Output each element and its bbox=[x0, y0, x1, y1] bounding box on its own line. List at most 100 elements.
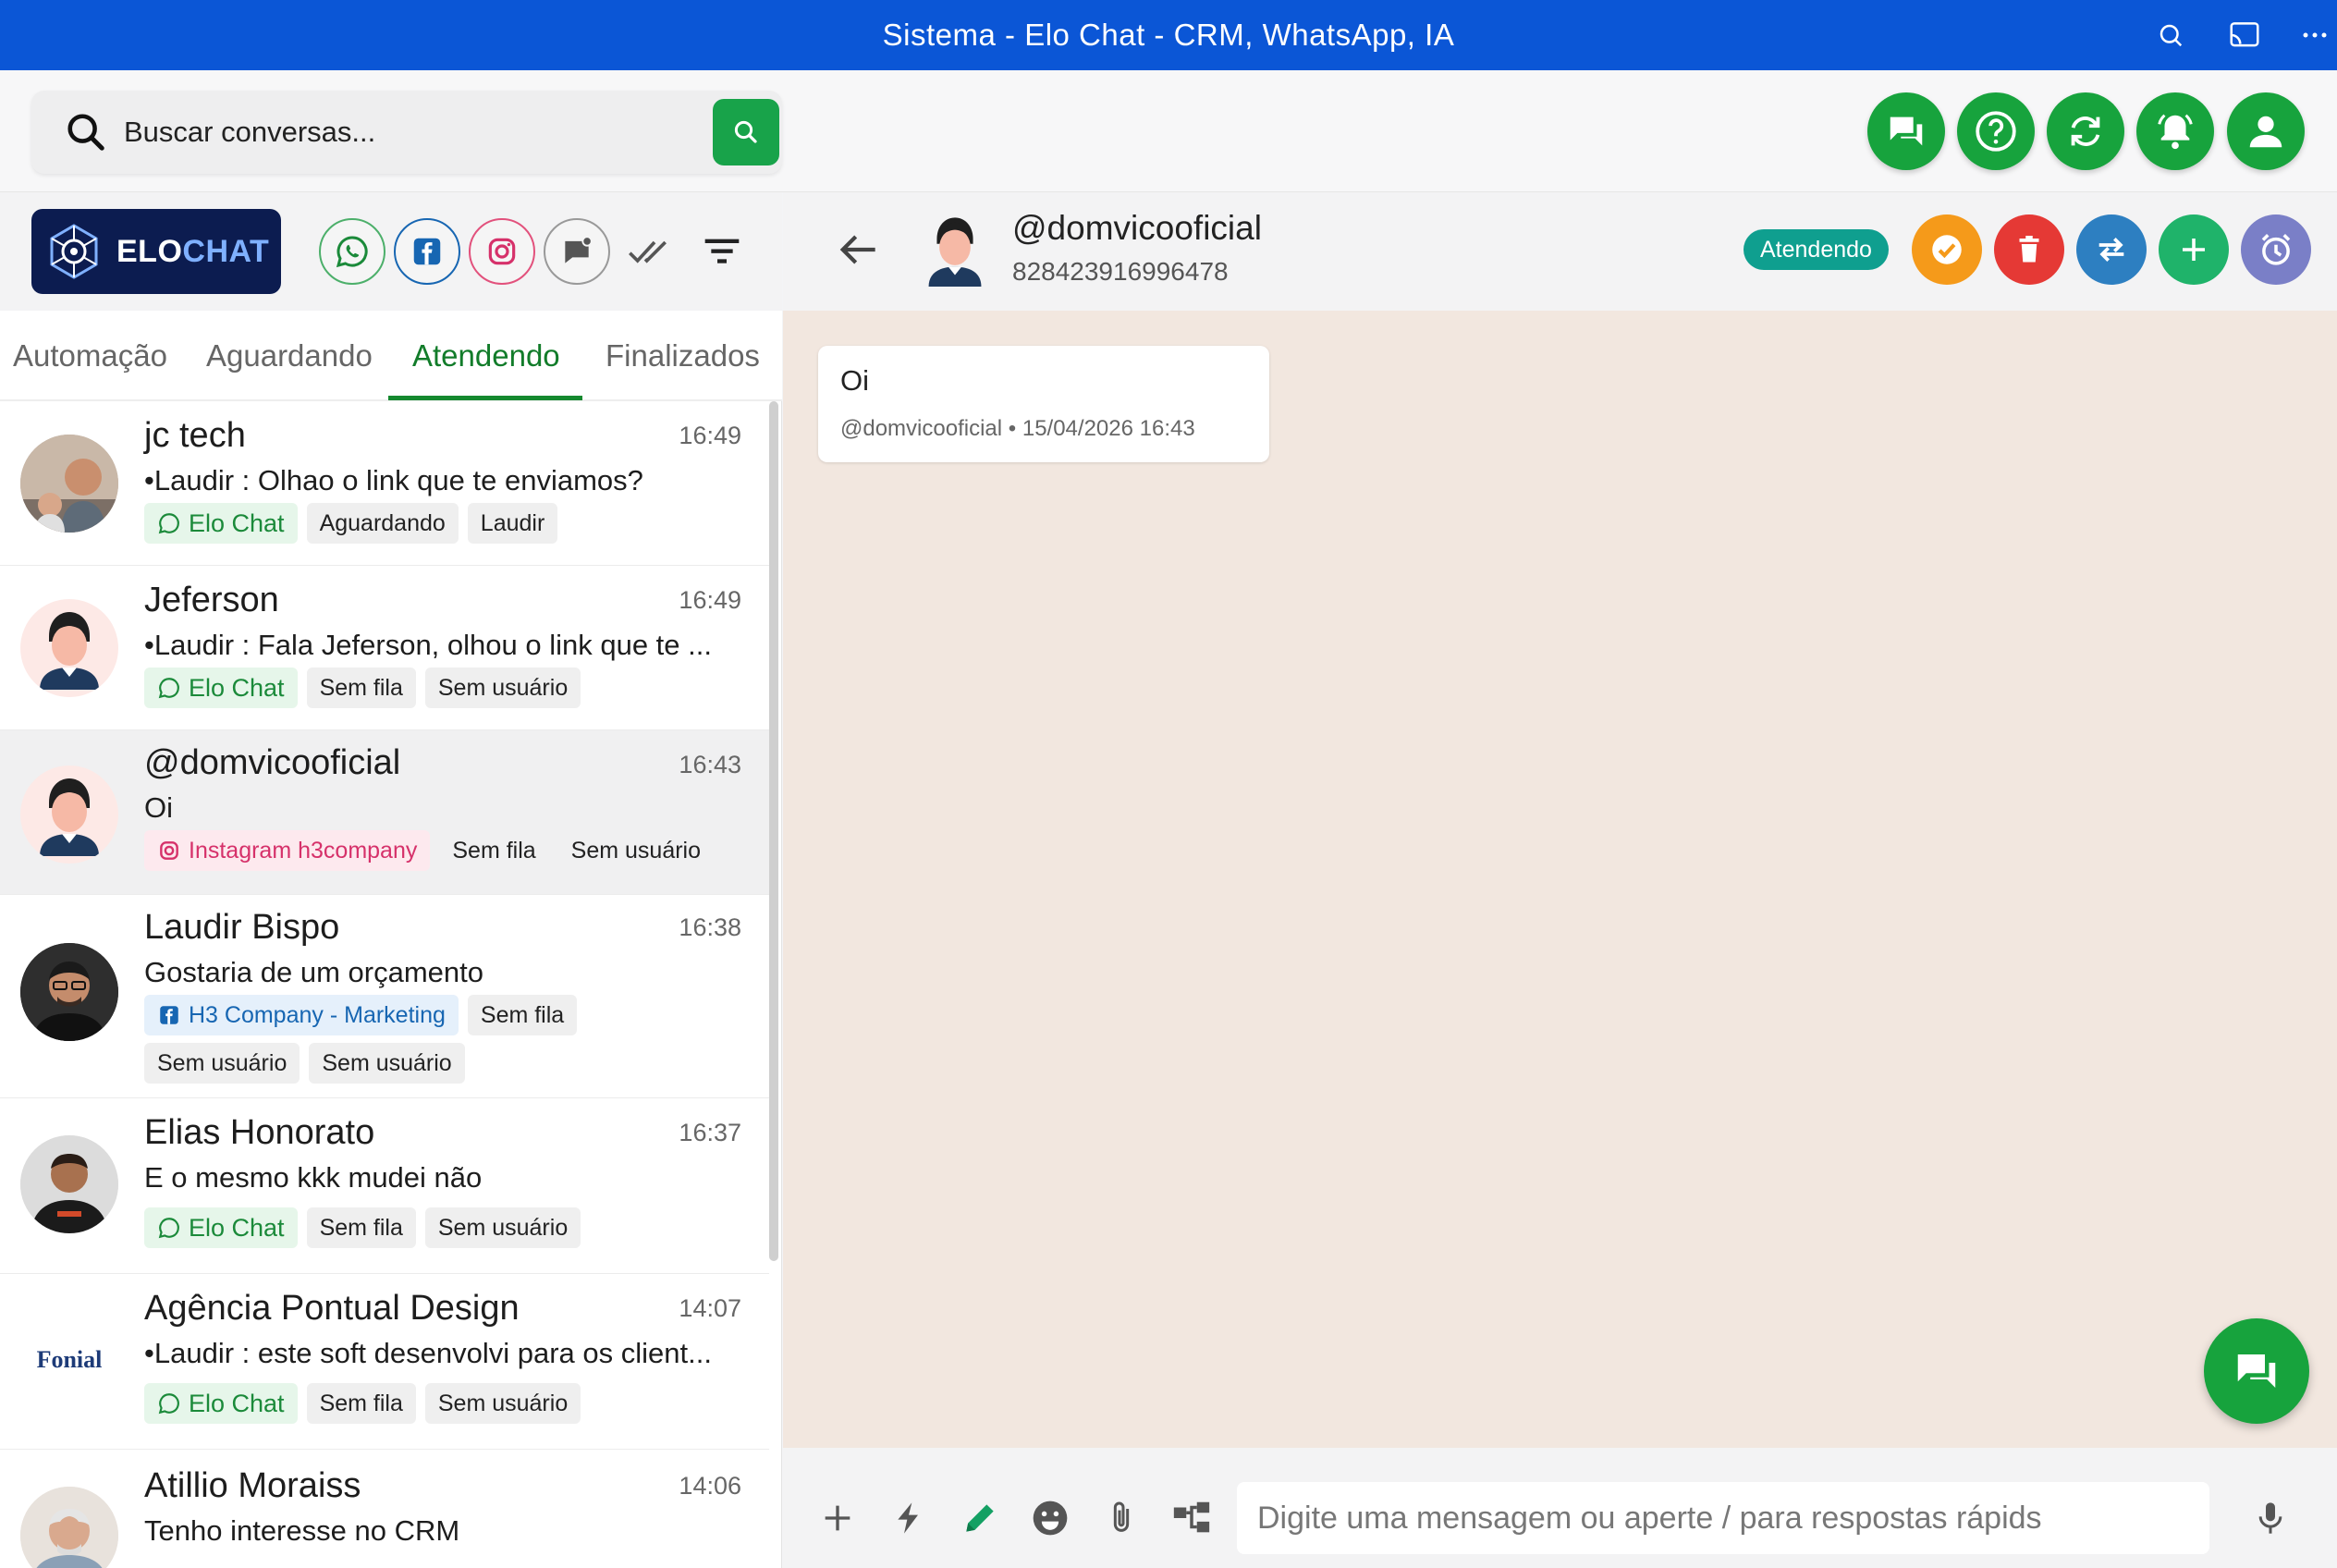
queue-tag: Aguardando bbox=[306, 503, 459, 544]
signature-button[interactable] bbox=[956, 1494, 1004, 1542]
avatar bbox=[20, 1487, 118, 1568]
tab-automacao[interactable]: Automação bbox=[13, 311, 167, 401]
plus-button[interactable] bbox=[814, 1494, 862, 1542]
tab-finalizados[interactable]: Finalizados bbox=[606, 311, 760, 401]
tab-aguardando[interactable]: Aguardando bbox=[206, 311, 373, 401]
conversation-item[interactable]: Laudir Bispo 16:38 Gostaria de um orçame… bbox=[0, 895, 769, 1098]
avatar-logo-text: Fonial bbox=[36, 1346, 103, 1373]
search-icon bbox=[67, 114, 104, 151]
message-bubble[interactable]: Oi @domvicooficial • 15/04/2026 16:43 bbox=[818, 346, 1269, 462]
channel-tag-label: Elo Chat bbox=[189, 1214, 285, 1242]
conversation-tags: H3 Company - Marketing Sem fila Sem usuá… bbox=[144, 995, 717, 1084]
conversation-item[interactable]: Atillio Moraiss 14:06 Tenho interesse no… bbox=[0, 1450, 769, 1568]
webchat-filter-button[interactable] bbox=[544, 218, 610, 285]
whatsapp-icon bbox=[158, 513, 179, 534]
chats-button[interactable] bbox=[1867, 92, 1945, 170]
emoji-icon bbox=[1033, 1501, 1068, 1536]
flow-icon bbox=[1173, 1501, 1210, 1533]
refresh-button[interactable] bbox=[2047, 92, 2124, 170]
conversation-item[interactable]: Fonial Agência Pontual Design 14:07 •Lau… bbox=[0, 1274, 769, 1450]
channel-tag-label: Instagram h3company bbox=[189, 838, 418, 864]
contact-name[interactable]: @domvicooficial bbox=[1012, 209, 1262, 248]
channel-tag-label: Elo Chat bbox=[189, 1390, 285, 1417]
logo-icon bbox=[50, 224, 98, 279]
app-logo: ELOCHAT bbox=[31, 209, 281, 294]
delete-button[interactable] bbox=[1994, 214, 2064, 285]
conversation-time: 16:49 bbox=[679, 586, 741, 614]
resolve-button[interactable] bbox=[1912, 214, 1982, 285]
avatar bbox=[20, 599, 118, 697]
search-button[interactable] bbox=[713, 99, 779, 165]
tab-atendendo[interactable]: Atendendo bbox=[412, 311, 560, 401]
conversation-tags: Elo Chat Aguardando Laudir bbox=[144, 503, 736, 544]
conversation-name: Atillio Moraiss bbox=[144, 1466, 361, 1505]
user-tag: Sem usuário bbox=[424, 668, 581, 708]
logo-text: ELOCHAT bbox=[116, 234, 269, 270]
conversation-preview: Gostaria de um orçamento bbox=[144, 956, 484, 988]
conversation-time: 16:49 bbox=[679, 422, 741, 449]
help-button[interactable] bbox=[1957, 92, 2035, 170]
plus-icon bbox=[825, 1505, 850, 1531]
new-chat-fab[interactable] bbox=[2204, 1318, 2309, 1424]
window-titlebar: Sistema - Elo Chat - CRM, WhatsApp, IA bbox=[0, 0, 2337, 70]
avatar bbox=[20, 766, 118, 864]
add-button[interactable] bbox=[2159, 214, 2229, 285]
conversation-item[interactable]: Elias Honorato 16:37 E o mesmo kkk mudei… bbox=[0, 1098, 769, 1274]
conversation-item[interactable]: jc tech 16:49 •Laudir : Olhao o link que… bbox=[0, 401, 769, 566]
chats-icon bbox=[1890, 116, 1923, 146]
zoom-icon[interactable] bbox=[2148, 13, 2193, 57]
back-button[interactable] bbox=[832, 224, 884, 276]
conversation-tags: Instagram h3company Sem fila Sem usuário bbox=[144, 830, 736, 871]
conversation-list: jc tech 16:49 •Laudir : Olhao o link que… bbox=[0, 401, 769, 1568]
facebook-filter-button[interactable] bbox=[394, 218, 460, 285]
conversation-item[interactable]: Jeferson 16:49 •Laudir : Fala Jeferson, … bbox=[0, 566, 769, 730]
conversation-name: jc tech bbox=[144, 416, 246, 455]
conversation-preview: E o mesmo kkk mudei não bbox=[144, 1161, 483, 1194]
message-input[interactable] bbox=[1237, 1482, 2209, 1554]
conversation-name: @domvicooficial bbox=[144, 743, 401, 782]
voice-record-button[interactable] bbox=[2246, 1494, 2294, 1542]
cast-icon[interactable] bbox=[2222, 13, 2267, 57]
instagram-icon bbox=[160, 841, 178, 860]
notifications-button[interactable] bbox=[2136, 92, 2214, 170]
conversation-preview: Oi bbox=[144, 791, 173, 824]
facebook-icon bbox=[413, 238, 441, 265]
message-author: @domvicooficial bbox=[840, 416, 1003, 441]
schedule-button[interactable] bbox=[2241, 214, 2311, 285]
arrow-left-icon bbox=[839, 235, 875, 264]
avatar bbox=[20, 1135, 118, 1233]
message-text: Oi bbox=[840, 364, 869, 397]
attach-button[interactable] bbox=[1097, 1494, 1145, 1542]
contact-avatar[interactable] bbox=[918, 213, 992, 287]
user-button[interactable] bbox=[2227, 92, 2305, 170]
flow-button[interactable] bbox=[1168, 1494, 1216, 1542]
chat-messages-area bbox=[783, 311, 2337, 1448]
avatar bbox=[20, 435, 118, 533]
more-icon[interactable] bbox=[2293, 13, 2337, 57]
whatsapp-filter-button[interactable] bbox=[319, 218, 385, 285]
instagram-filter-button[interactable] bbox=[469, 218, 535, 285]
search-input[interactable] bbox=[124, 104, 716, 161]
conversation-item-selected[interactable]: @domvicooficial 16:43 Oi Instagram h3com… bbox=[0, 730, 769, 895]
transfer-button[interactable] bbox=[2076, 214, 2147, 285]
help-icon bbox=[1976, 111, 2016, 152]
emoji-button[interactable] bbox=[1026, 1494, 1074, 1542]
queue-tag: Sem fila bbox=[306, 668, 416, 708]
schedule-icon bbox=[2261, 234, 2291, 265]
user-tag: Sem usuário bbox=[570, 838, 702, 864]
user-tag: Sem usuário bbox=[424, 1383, 581, 1424]
lightning-icon bbox=[898, 1502, 918, 1534]
filter-button[interactable] bbox=[694, 224, 750, 279]
channel-bar: ELOCHAT bbox=[0, 192, 782, 311]
conversation-list-scrollbar[interactable] bbox=[769, 401, 778, 1261]
mic-icon bbox=[2258, 1502, 2282, 1534]
transfer-icon bbox=[2098, 238, 2124, 262]
resolve-icon bbox=[1932, 235, 1962, 264]
user-tag: Laudir bbox=[467, 503, 558, 544]
channel-tag: H3 Company - Marketing bbox=[144, 995, 459, 1035]
quick-replies-button[interactable] bbox=[885, 1494, 933, 1542]
queue-tag: Sem fila bbox=[306, 1383, 416, 1424]
search-icon bbox=[734, 120, 757, 143]
read-status-filter-button[interactable] bbox=[622, 224, 678, 279]
whatsapp-icon bbox=[158, 1218, 179, 1239]
